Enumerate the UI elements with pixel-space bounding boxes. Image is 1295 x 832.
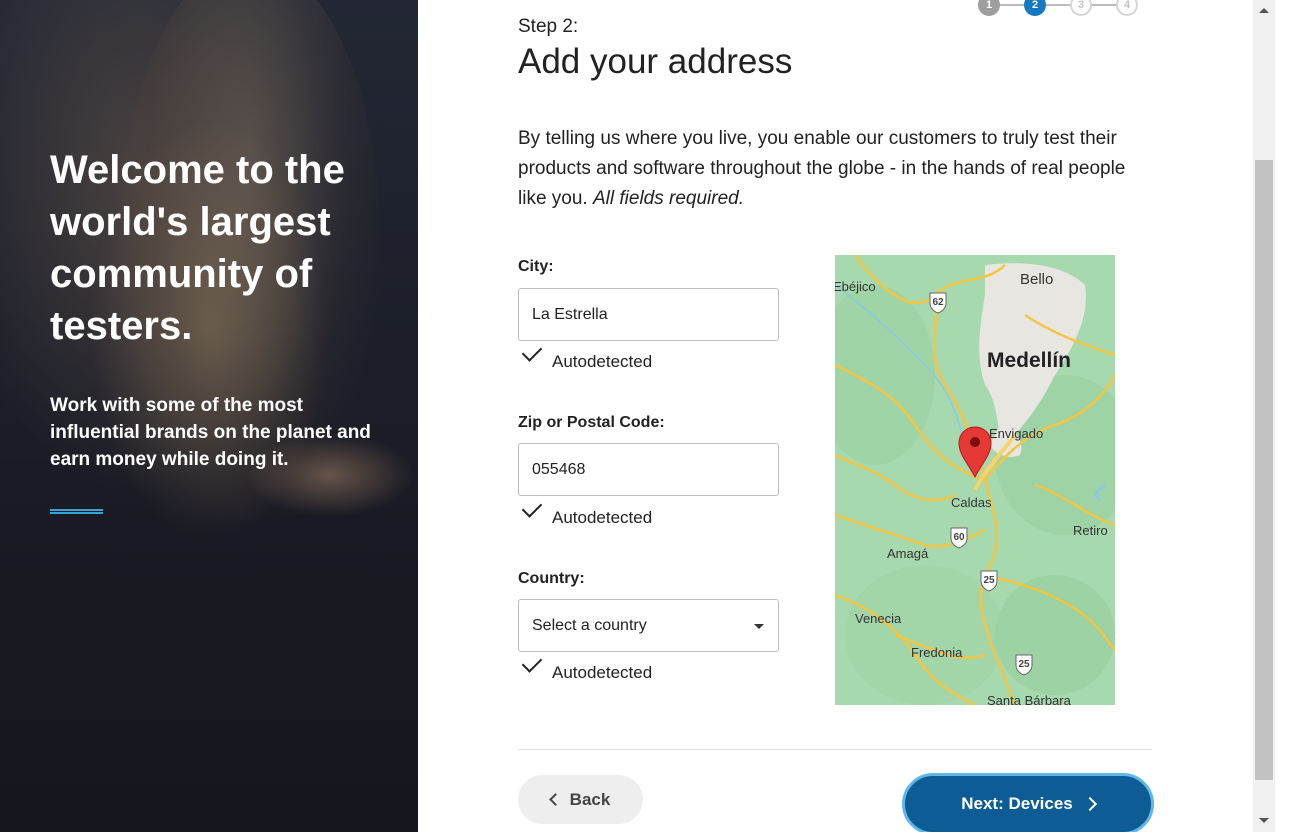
required-note: All fields required.	[592, 188, 745, 209]
step-4-indicator: 4	[1116, 0, 1138, 16]
map-label-bello: Bello	[1020, 271, 1053, 288]
zip-input[interactable]	[518, 443, 779, 496]
chevron-right-icon	[1082, 796, 1097, 812]
page-title: Add your address	[518, 42, 793, 81]
route-shield-25: 25	[983, 575, 995, 586]
city-status: Autodetected	[552, 352, 653, 371]
hero-heading: Welcome to the world's largest community…	[50, 148, 345, 348]
city-input[interactable]	[518, 288, 779, 341]
map-label-santa-barbara: Santa Bárbara	[987, 693, 1072, 705]
route-shield-60: 60	[953, 532, 965, 543]
next-button-label: Next: Devices	[961, 794, 1073, 813]
map-label-amaga: Amagá	[887, 546, 929, 561]
stepper-line	[1046, 4, 1070, 6]
zip-status: Autodetected	[552, 508, 653, 527]
step-3-indicator: 3	[1070, 0, 1092, 16]
step-2-indicator: 2	[1024, 0, 1046, 16]
map-label-venecia: Venecia	[855, 611, 902, 626]
stepper-line	[1092, 4, 1116, 6]
country-select[interactable]: Select a country	[518, 599, 779, 652]
zip-label: Zip or Postal Code:	[518, 414, 665, 431]
country-label: Country:	[518, 570, 585, 587]
chevron-left-icon	[548, 793, 562, 806]
map-label-caldas: Caldas	[951, 495, 992, 510]
check-icon	[521, 652, 543, 673]
check-icon	[521, 341, 543, 362]
hero-accent-rule	[50, 509, 103, 514]
route-shield-25-south: 25	[1018, 659, 1030, 670]
country-status: Autodetected	[552, 663, 653, 682]
scrollbar-thumb[interactable]	[1255, 160, 1273, 780]
main-content: 1 2 3 4 Step 2: Add your address By tell…	[418, 0, 1253, 832]
map-label-retiro: Retiro	[1073, 523, 1108, 538]
scrollbar-gutter	[1275, 0, 1295, 832]
next-devices-button[interactable]: Next: Devices	[902, 773, 1154, 832]
scroll-down-arrow-icon[interactable]	[1259, 818, 1269, 823]
map-label-envigado: Envigado	[989, 426, 1043, 441]
back-button[interactable]: Back	[518, 775, 643, 824]
hero-panel: Welcome to the world's largest community…	[0, 0, 418, 832]
map-label-fredonia: Fredonia	[911, 645, 963, 660]
map-canvas: Bello Medellín Envigado Caldas Retiro Am…	[835, 255, 1115, 705]
caret-down-icon	[754, 624, 764, 629]
map-label-ebejico: Ebéjico	[835, 279, 876, 294]
city-label: City:	[518, 258, 554, 275]
progress-stepper: 1 2 3 4	[978, 0, 1138, 16]
location-map[interactable]: Bello Medellín Envigado Caldas Retiro Am…	[835, 255, 1115, 705]
hero-subtext: Work with some of the most influential b…	[50, 395, 371, 470]
page-scrollbar[interactable]	[1253, 0, 1295, 832]
step-label: Step 2:	[518, 16, 579, 37]
footer-divider	[518, 749, 1152, 750]
map-label-medellin: Medellín	[987, 349, 1071, 372]
scroll-up-arrow-icon[interactable]	[1259, 8, 1269, 13]
step-1-indicator: 1	[978, 0, 1000, 16]
stepper-line	[1000, 4, 1024, 6]
country-select-value: Select a country	[532, 617, 647, 634]
back-button-label: Back	[569, 789, 611, 809]
route-shield-62: 62	[932, 297, 944, 308]
intro-text: By telling us where you live, you enable…	[518, 124, 1148, 214]
check-icon	[521, 497, 543, 518]
